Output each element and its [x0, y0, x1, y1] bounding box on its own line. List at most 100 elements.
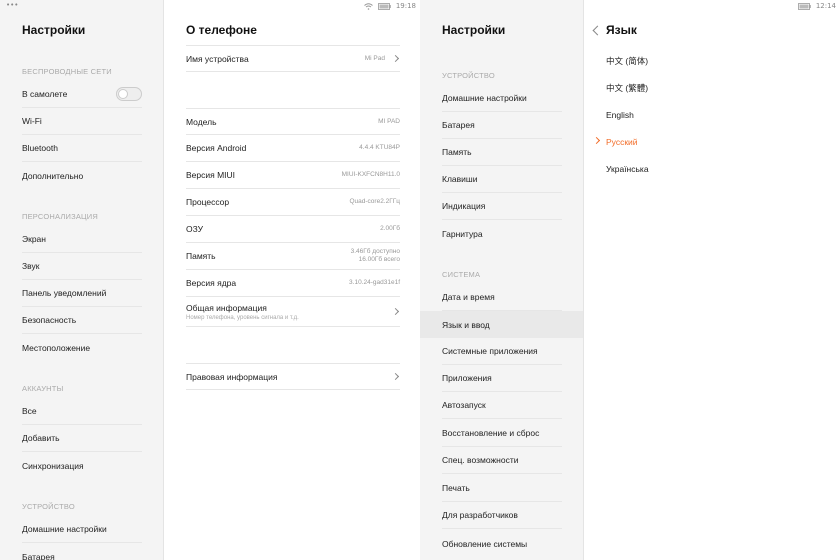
sidebar-item-wifi[interactable]: Wi-Fi: [22, 108, 142, 135]
sidebar-item-more[interactable]: Дополнительно: [22, 162, 142, 189]
row-label: Версия MIUI: [186, 170, 236, 180]
item-label: Bluetooth: [22, 143, 58, 153]
legal-info-row[interactable]: Правовая информация: [186, 363, 400, 390]
status-dots: •••: [6, 1, 19, 9]
sidebar-item-storage[interactable]: Память: [442, 139, 562, 166]
page-title: Настройки: [442, 23, 506, 37]
item-label: Спец. возможности: [442, 455, 519, 465]
sidebar-item-buttons[interactable]: Клавиши: [442, 166, 562, 193]
section-header: АККАУНТЫ: [22, 384, 64, 393]
sidebar-item-headset[interactable]: Гарнитура: [442, 220, 562, 247]
sidebar-item-accessibility[interactable]: Спец. возможности: [442, 447, 562, 474]
airplane-mode-toggle[interactable]: [116, 87, 142, 101]
sidebar-item-apps[interactable]: Приложения: [442, 365, 562, 392]
row-value: Mi Pad: [364, 54, 385, 62]
item-label: Звук: [22, 261, 40, 271]
item-label: Добавить: [22, 433, 60, 443]
sidebar-item-printing[interactable]: Печать: [442, 475, 562, 502]
row-label: Общая информация: [186, 302, 267, 313]
sidebar-item-indication[interactable]: Индикация: [442, 193, 562, 220]
sidebar-item-location[interactable]: Местоположение: [22, 334, 142, 361]
sidebar-item-battery[interactable]: Батарея: [22, 543, 142, 560]
language-option-zh-hans[interactable]: 中文 (简体): [606, 55, 648, 67]
item-label: Панель уведомлений: [22, 288, 107, 298]
device-name-row[interactable]: Имя устройства Mi Pad: [186, 45, 400, 72]
item-label: Батарея: [22, 551, 55, 560]
language-option-russian[interactable]: Русский: [606, 137, 638, 147]
sidebar-item-date-time[interactable]: Дата и время: [442, 284, 562, 311]
toggle-knob: [118, 89, 128, 99]
row-value: 3.10.24-gad31e1f: [349, 279, 400, 286]
item-label: Обновление системы: [442, 538, 528, 549]
language-option-ukrainian[interactable]: Українська: [606, 164, 649, 174]
item-label: Системные приложения: [442, 346, 538, 356]
item-label: Wi-Fi: [22, 116, 42, 126]
row-label: Имя устройства: [186, 53, 249, 64]
page-title: Язык: [606, 23, 637, 37]
sidebar-item-developer[interactable]: Для разработчиков: [442, 502, 562, 529]
item-label: Дополнительно: [22, 170, 84, 181]
sidebar-item-sync[interactable]: Синхронизация: [22, 452, 142, 479]
row-label: Модель: [186, 116, 217, 127]
item-label: Приложения: [442, 373, 492, 383]
storage-available: 3.46Гб доступно: [350, 248, 400, 255]
row-label: Версия ядра: [186, 278, 237, 288]
item-label: Местоположение: [22, 342, 91, 353]
row-label: Процессор: [186, 197, 230, 207]
item-label: Домашние настройки: [442, 93, 527, 103]
sidebar-item-backup-reset[interactable]: Восстановление и сброс: [442, 420, 562, 447]
general-info-text: Общая информация Номер телефона, уровень…: [186, 303, 299, 321]
sidebar-item-language-input[interactable]: Язык и ввод: [420, 311, 583, 338]
section-header: СИСТЕМА: [442, 270, 481, 279]
item-label: Дата и время: [442, 292, 495, 302]
status-bar: 12:14: [797, 0, 836, 12]
item-label: Экран: [22, 234, 46, 244]
info-row-storage: Память 3.46Гб доступно 16.00Гб всего: [186, 243, 400, 270]
battery-icon: [377, 2, 391, 10]
sidebar-item-bluetooth[interactable]: Bluetooth: [22, 135, 142, 162]
about-phone-panel: 19:18 О телефоне Имя устройства Mi Pad М…: [164, 0, 420, 560]
row-value: 2.00Гб: [380, 225, 400, 232]
settings-system-panel: Настройки УСТРОЙСТВО Домашние настройки …: [420, 0, 584, 560]
info-row-ram: ОЗУ 2.00Гб: [186, 216, 400, 243]
airplane-mode-row[interactable]: В самолете: [22, 81, 142, 108]
sidebar-item-display[interactable]: Экран: [22, 226, 142, 253]
item-label: В самолете: [22, 89, 68, 99]
status-time: 19:18: [395, 2, 416, 10]
page-title: Настройки: [22, 23, 86, 37]
sidebar-item-system-apps[interactable]: Системные приложения: [442, 338, 562, 365]
sidebar-item-battery[interactable]: Батарея: [442, 112, 562, 139]
status-bar: 19:18: [364, 0, 416, 12]
back-arrow-icon[interactable]: [592, 25, 603, 36]
sidebar-item-system-update[interactable]: Обновление системы: [442, 530, 562, 557]
chevron-right-icon: [391, 54, 400, 63]
section-header: ПЕРСОНАЛИЗАЦИЯ: [22, 212, 98, 221]
settings-list-panel: ••• Настройки БЕСПРОВОДНЫЕ СЕТИ В самоле…: [0, 0, 164, 560]
row-label: Правовая информация: [186, 371, 278, 382]
row-value: Quad-core2.2ГГц: [349, 198, 400, 205]
sidebar-item-sound[interactable]: Звук: [22, 253, 142, 280]
sidebar-item-all-accounts[interactable]: Все: [22, 398, 142, 425]
item-label: Восстановление и сброс: [442, 428, 540, 438]
item-label: Все: [22, 406, 37, 416]
row-value: MI PAD: [378, 117, 400, 125]
status-time: 12:14: [815, 2, 836, 10]
info-row-miui-version: Версия MIUI MIUI-KXFCN8H11.0: [186, 162, 400, 189]
sidebar-item-notifications[interactable]: Панель уведомлений: [22, 280, 142, 307]
sidebar-item-home-settings[interactable]: Домашние настройки: [442, 85, 562, 112]
row-value: 4.4.4 KTU84P: [359, 144, 400, 151]
sidebar-item-autostart[interactable]: Автозапуск: [442, 392, 562, 419]
language-option-english[interactable]: English: [606, 110, 634, 120]
sidebar-item-home-settings[interactable]: Домашние настройки: [22, 516, 142, 543]
row-value: 3.46Гб доступно 16.00Гб всего: [351, 248, 400, 264]
info-row-model: Модель MI PAD: [186, 108, 400, 135]
item-label: Индикация: [442, 201, 486, 211]
item-label: Автозапуск: [442, 400, 486, 410]
language-panel: 12:14 Язык 中文 (简体) 中文 (繁體) English Русск…: [584, 0, 840, 560]
general-info-row[interactable]: Общая информация Номер телефона, уровень…: [186, 297, 400, 327]
sidebar-item-security[interactable]: Безопасность: [22, 307, 142, 334]
chevron-right-icon: [391, 307, 400, 316]
sidebar-item-add-account[interactable]: Добавить: [22, 425, 142, 452]
storage-total: 16.00Гб всего: [358, 256, 400, 263]
language-option-zh-hant[interactable]: 中文 (繁體): [606, 82, 648, 94]
